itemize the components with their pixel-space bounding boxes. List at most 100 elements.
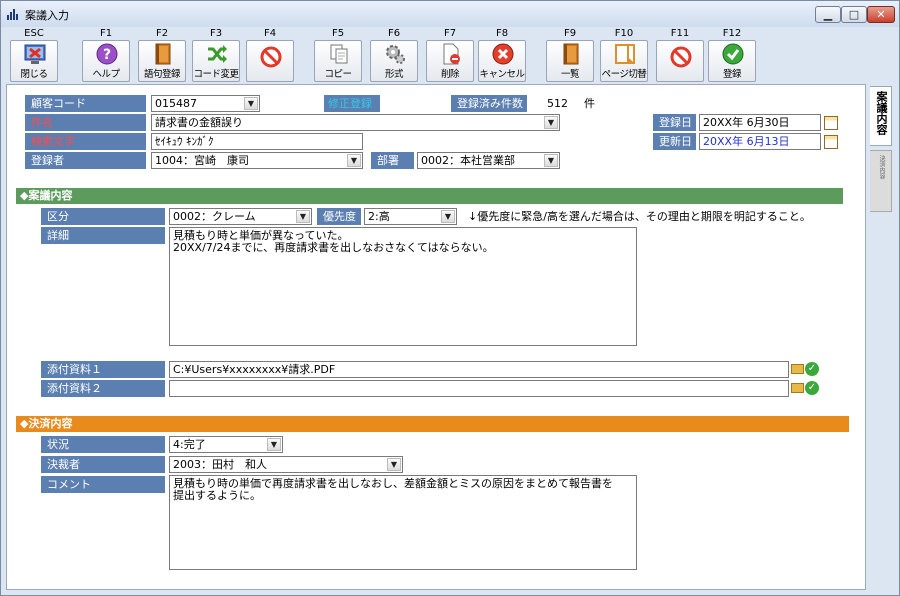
shuffle-icon xyxy=(208,45,227,63)
approver-value: 2003：田村 和人 xyxy=(173,458,267,471)
help-label: ヘルプ xyxy=(92,69,120,80)
maximize-button[interactable]: □ xyxy=(841,6,867,23)
folder-icon[interactable] xyxy=(791,364,804,374)
category-value: 0002：クレーム xyxy=(173,210,256,223)
check-icon[interactable]: ✓ xyxy=(805,362,819,376)
updated-date-input[interactable]: 20XX年 6月13日 xyxy=(699,133,821,150)
code-change-label: コード変更 xyxy=(193,69,239,80)
registered-count-value: 512 xyxy=(547,97,568,110)
toolbar-item-f2: F2 語句登録 xyxy=(138,27,186,83)
close-screen-button[interactable]: 閉じる xyxy=(10,40,58,82)
chevron-down-icon[interactable]: ▼ xyxy=(267,438,281,451)
edit-register-label: 修正登録 xyxy=(324,95,380,112)
tab-proposal-content[interactable]: 案議内容 xyxy=(870,86,892,146)
fkey-label: F9 xyxy=(563,28,577,39)
book-icon xyxy=(155,43,171,65)
attachment1-label: 添付資料１ xyxy=(41,361,165,378)
registrant-select[interactable]: 1004：宮崎 康司 ▼ xyxy=(151,152,363,169)
registered-date-value: 20XX年 6月30日 xyxy=(703,116,790,129)
format-label: 形式 xyxy=(384,69,404,80)
check-icon[interactable]: ✓ xyxy=(805,381,819,395)
department-select[interactable]: 0002：本社営業部 ▼ xyxy=(417,152,560,169)
chevron-down-icon[interactable]: ▼ xyxy=(296,210,310,223)
cancel-icon xyxy=(492,43,514,65)
fkey-label: F8 xyxy=(495,28,509,39)
cancel-label: キャンセル xyxy=(479,69,525,80)
subject-label: 件名 xyxy=(25,114,146,131)
registered-date-label: 登録日 xyxy=(653,114,696,131)
attachment1-actions: ✓ xyxy=(791,362,819,376)
toolbar-item-f6: F6 形式 xyxy=(370,27,418,83)
help-icon: ? xyxy=(96,43,118,65)
department-value: 0002：本社営業部 xyxy=(421,154,515,167)
decision-section-header: ◆決済内容 xyxy=(16,416,849,432)
register-button[interactable]: 登録 xyxy=(708,40,756,82)
search-text-label: 検索文字 xyxy=(25,133,146,150)
format-button[interactable]: 形式 xyxy=(370,40,418,82)
fkey-label: F11 xyxy=(670,28,690,39)
copy-button[interactable]: コピー xyxy=(314,40,362,82)
list-button[interactable]: 一覧 xyxy=(546,40,594,82)
category-select[interactable]: 0002：クレーム ▼ xyxy=(169,208,312,225)
chevron-down-icon[interactable]: ▼ xyxy=(544,154,558,167)
priority-value: 2:高 xyxy=(368,210,390,223)
page-switch-button[interactable]: ページ切替 xyxy=(600,40,648,82)
status-label: 状況 xyxy=(41,436,165,453)
fkey-label: F3 xyxy=(209,28,223,39)
toolbar-item-f5: F5 コピー xyxy=(314,27,362,83)
folder-icon[interactable] xyxy=(791,383,804,393)
approver-label: 決裁者 xyxy=(41,456,165,473)
toolbar-item-f8: F8 キャンセル xyxy=(478,27,526,83)
fkey-label: F10 xyxy=(614,28,634,39)
toolbar-item-f4: F4 xyxy=(246,27,294,83)
registrant-value: 1004：宮崎 康司 xyxy=(155,154,249,167)
title-bar: 案議入力 ▁ □ ✕ xyxy=(1,1,899,27)
chevron-down-icon[interactable]: ▼ xyxy=(387,458,401,471)
approver-select[interactable]: 2003：田村 和人 ▼ xyxy=(169,456,403,473)
department-label: 部署 xyxy=(371,152,414,169)
search-text-input[interactable]: ｾｲｷｭｳ ｷﾝｶﾞｸ xyxy=(151,133,363,150)
copy-label: コピー xyxy=(324,69,352,80)
help-button[interactable]: ? ヘルプ xyxy=(82,40,130,82)
fkey-label: F4 xyxy=(263,28,277,39)
registered-date-input[interactable]: 20XX年 6月30日 xyxy=(699,114,821,131)
code-change-button[interactable]: コード変更 xyxy=(192,40,240,82)
status-select[interactable]: 4:完了 ▼ xyxy=(169,436,283,453)
disabled-f11-button[interactable] xyxy=(656,40,704,82)
delete-button[interactable]: 削除 xyxy=(426,40,474,82)
chevron-down-icon[interactable]: ▼ xyxy=(544,116,558,129)
subject-value: 請求書の金額誤り xyxy=(155,116,243,129)
fkey-label: F6 xyxy=(387,28,401,39)
chevron-down-icon[interactable]: ▼ xyxy=(347,154,361,167)
minimize-button[interactable]: ▁ xyxy=(815,6,841,23)
toolbar-item-f12: F12 登録 xyxy=(708,27,756,83)
priority-select[interactable]: 2:高 ▼ xyxy=(364,208,457,225)
fkey-label: F1 xyxy=(99,28,113,39)
attachment2-label: 添付資料２ xyxy=(41,380,165,397)
delete-icon xyxy=(443,43,460,65)
toolbar-item-f9: F9 一覧 xyxy=(546,27,594,83)
tab-decision-content[interactable]: 決済内容 xyxy=(870,150,892,212)
calendar-icon[interactable] xyxy=(824,116,838,130)
calendar-icon[interactable] xyxy=(824,135,838,149)
list-label: 一覧 xyxy=(560,69,580,80)
toolbar-item-f11: F11 xyxy=(656,27,704,83)
attachment1-input[interactable]: C:¥Users¥xxxxxxxx¥請求.PDF xyxy=(169,361,789,378)
term-register-button[interactable]: 語句登録 xyxy=(138,40,186,82)
function-key-toolbar: ESC 閉じる F1 ? ヘルプ F2 語句登録 F3 コード変更 F4 F5 … xyxy=(6,27,894,83)
chevron-down-icon[interactable]: ▼ xyxy=(441,210,455,223)
register-label: 登録 xyxy=(722,69,742,80)
registrant-label: 登録者 xyxy=(25,152,146,169)
chevron-down-icon[interactable]: ▼ xyxy=(244,97,258,110)
comment-textarea[interactable]: 見積もり時の単価で再度請求書を出しなおし、差額金額とミスの原因をまとめて報告書を… xyxy=(169,475,637,570)
comment-label: コメント xyxy=(41,476,165,493)
attachment2-input[interactable] xyxy=(169,380,789,397)
customer-code-select[interactable]: 015487 ▼ xyxy=(151,95,260,112)
close-button[interactable]: ✕ xyxy=(867,6,895,23)
disabled-f4-button[interactable] xyxy=(246,40,294,82)
register-check-icon xyxy=(722,43,744,65)
cancel-button[interactable]: キャンセル xyxy=(478,40,526,82)
detail-textarea[interactable]: 見積もり時と単価が異なっていた。 20XX/7/24までに、再度請求書を出しなお… xyxy=(169,227,637,346)
subject-input[interactable]: 請求書の金額誤り ▼ xyxy=(151,114,560,131)
page-switch-label: ページ切替 xyxy=(601,69,647,80)
